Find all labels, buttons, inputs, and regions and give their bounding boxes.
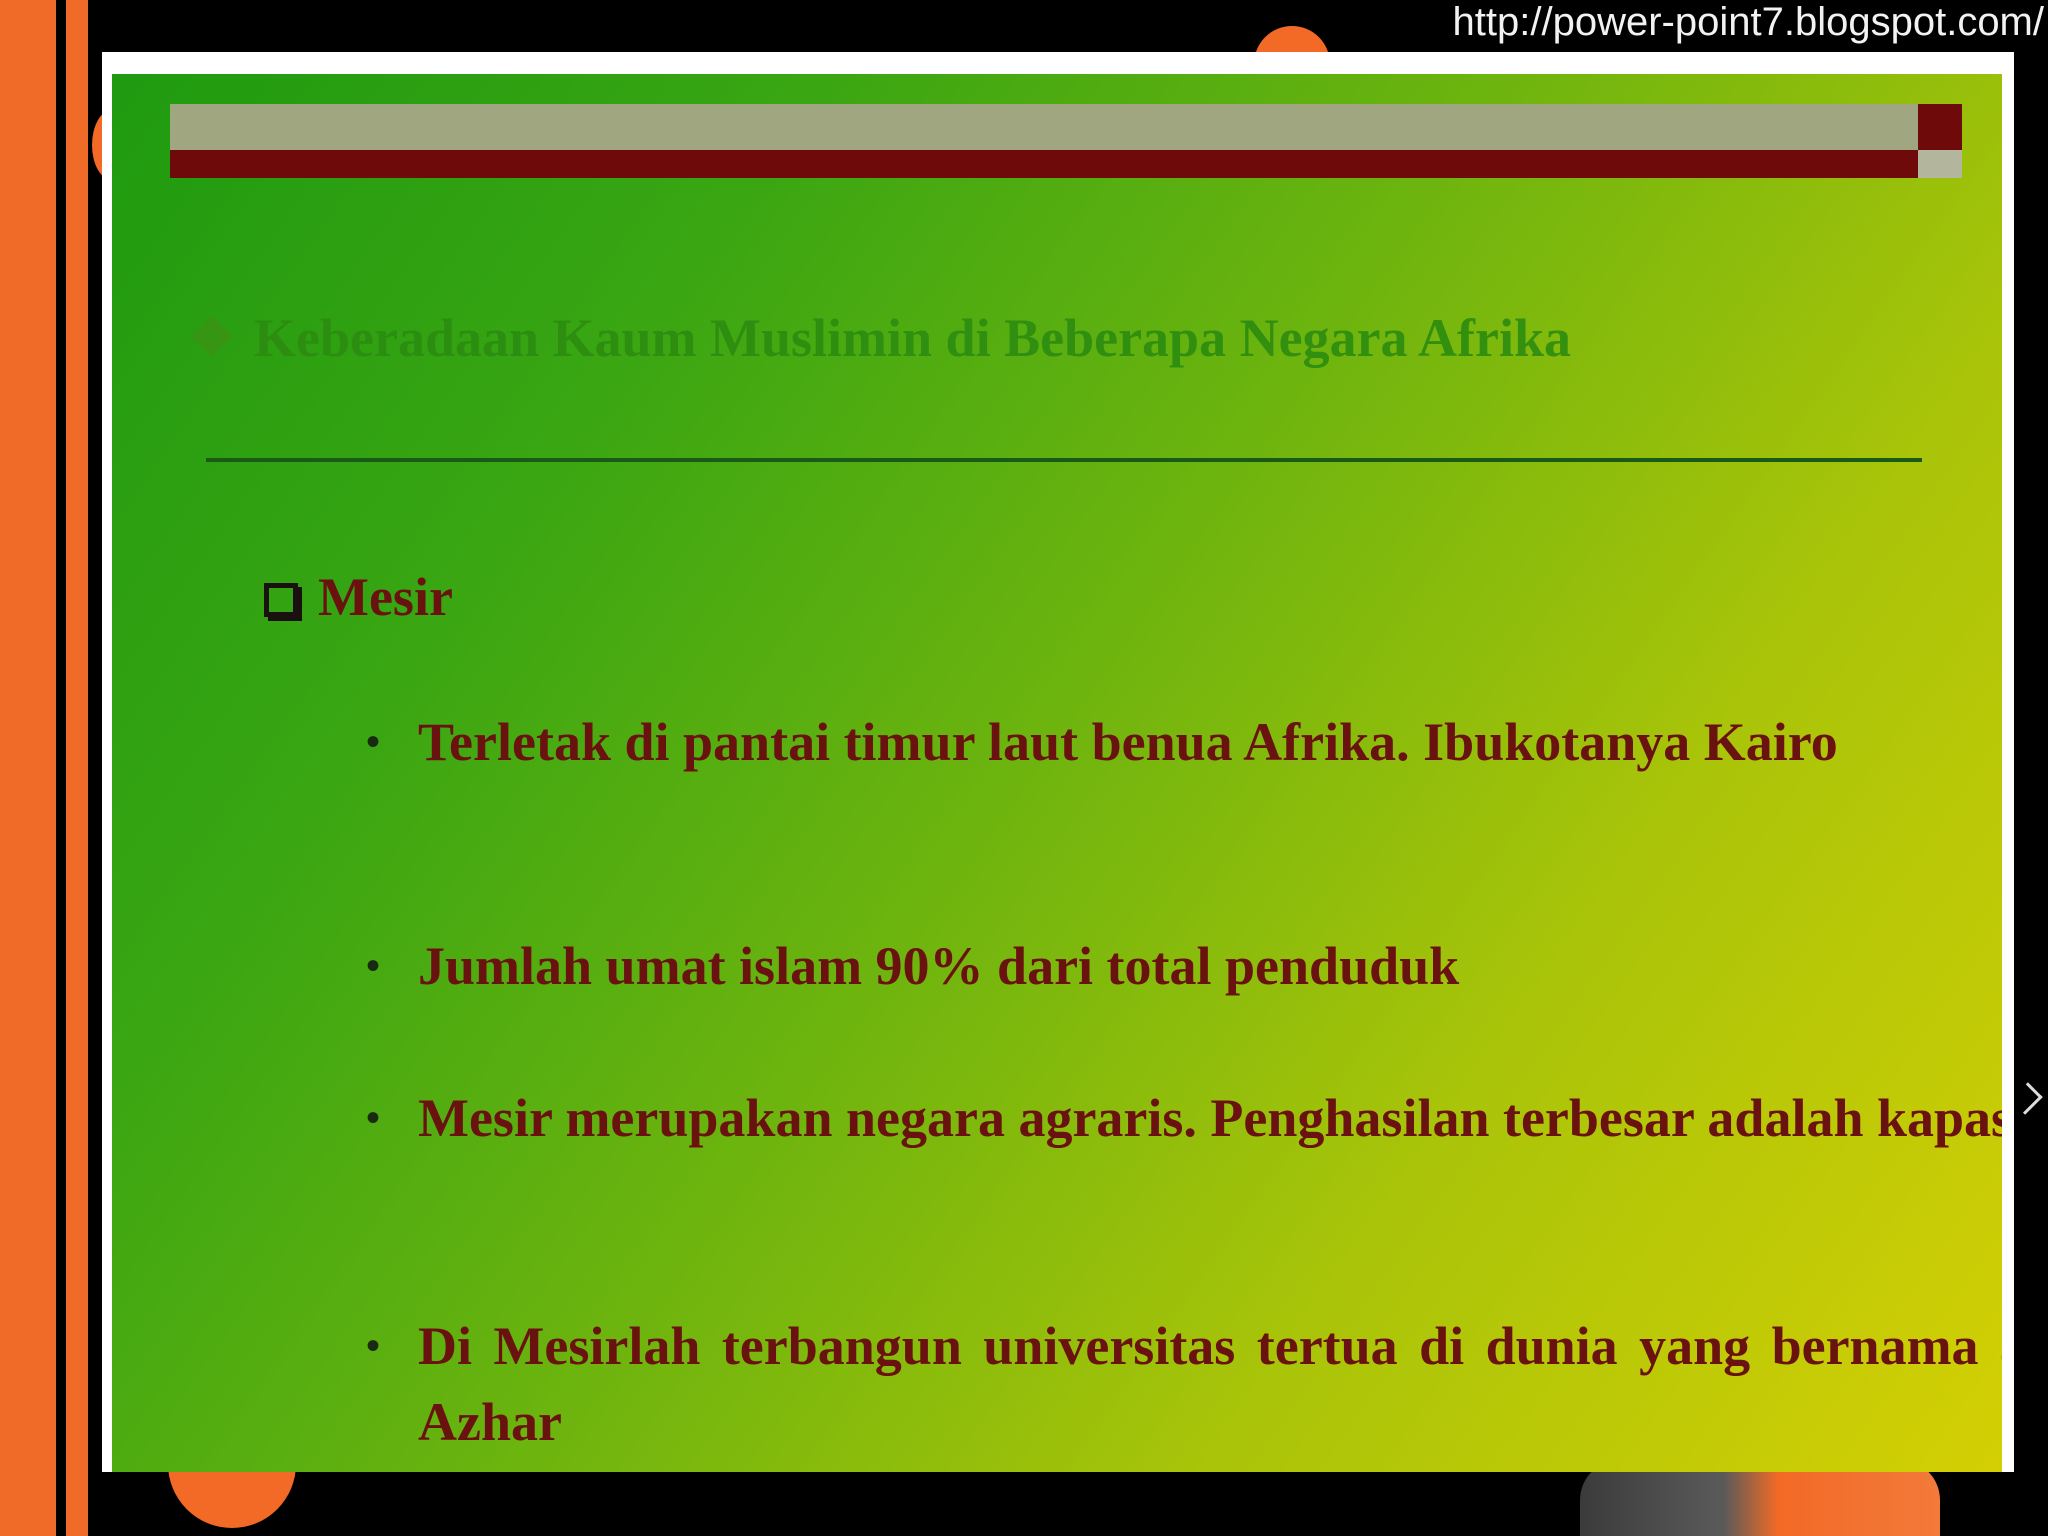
slide-title-text: Keberadaan Kaum Muslimin di Beberapa Neg… <box>254 308 1572 368</box>
bullet-item: • Di Mesirlah terbangun universitas tertu… <box>352 1308 2002 1460</box>
arrow-icon <box>2010 1082 2043 1115</box>
title-band-light <box>170 104 1918 150</box>
url-watermark: http://power-point7.blogspot.com/ <box>1452 0 2044 44</box>
bullet-item: • Terletak di pantai timur laut benua Afr… <box>352 704 2002 856</box>
checkbox-bullet-icon <box>264 583 298 617</box>
video-frame: http://power-point7.blogspot.com/ ❖ Keber… <box>0 0 2048 1536</box>
bullet-item: • Mesir merupakan negara agraris. Penghas… <box>352 1080 2002 1232</box>
title-divider <box>206 458 1922 462</box>
slide-frame: ❖ Keberadaan Kaum Muslimin di Beberapa Ne… <box>102 52 2014 1472</box>
title-band-dark <box>170 150 1918 178</box>
bullet-dot-icon: • <box>366 1323 381 1368</box>
bullet-item: • Jumlah umat islam 90% dari total pendud… <box>352 928 2002 1004</box>
left-orange-stripe <box>66 0 88 1536</box>
section-heading: Mesir <box>264 566 453 628</box>
bullet-dot-icon: • <box>366 719 381 764</box>
bullet-text: Jumlah umat islam 90% dari total pendudu… <box>418 936 1460 996</box>
band-corner-square <box>1918 104 1962 150</box>
section-heading-text: Mesir <box>318 567 453 627</box>
slide: ❖ Keberadaan Kaum Muslimin di Beberapa Ne… <box>112 74 2002 1472</box>
bullet-text: Terletak di pantai timur laut benua Afri… <box>418 712 1838 772</box>
left-orange-bar <box>0 0 56 1536</box>
bullet-text: Di Mesirlah terbangun universitas tertua… <box>418 1316 2002 1452</box>
diamond-bullet-icon: ❖ <box>188 308 237 368</box>
band-corner-square <box>1918 150 1962 178</box>
bullet-list: • Terletak di pantai timur laut benua Afr… <box>352 704 2002 1460</box>
bullet-text: Mesir merupakan negara agraris. Penghasi… <box>418 1088 2002 1148</box>
bullet-dot-icon: • <box>366 943 381 988</box>
slide-title: ❖ Keberadaan Kaum Muslimin di Beberapa Ne… <box>188 306 1888 376</box>
bullet-dot-icon: • <box>366 1095 381 1140</box>
